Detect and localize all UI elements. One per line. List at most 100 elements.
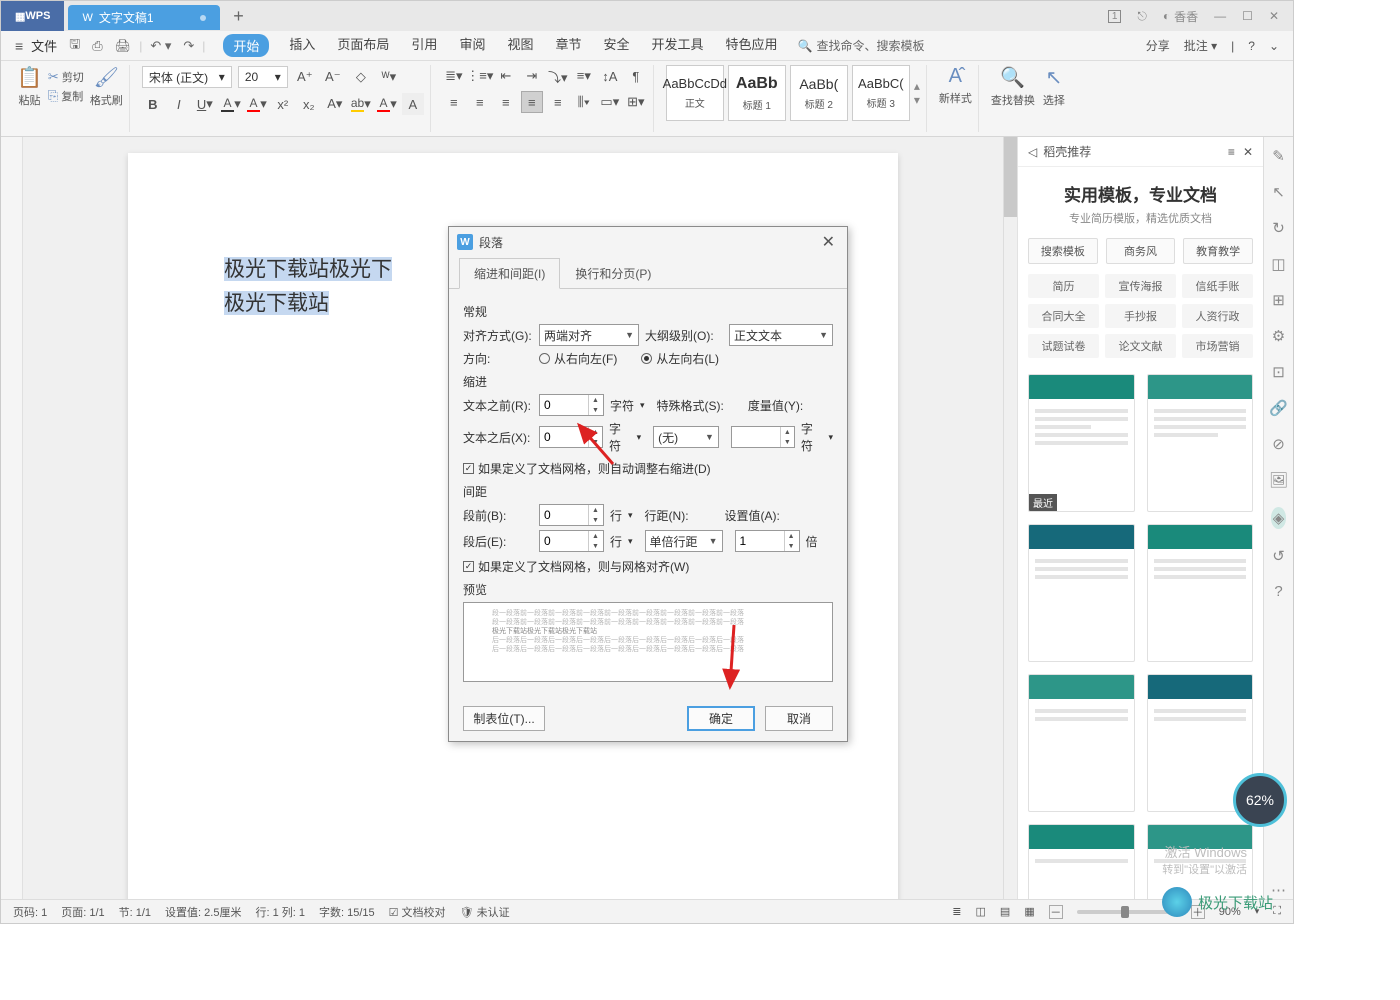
decrease-indent-icon[interactable]: ⇤ <box>495 65 517 87</box>
zoom-out-icon[interactable]: － <box>1049 905 1063 919</box>
tag-item[interactable]: 市场营销 <box>1182 334 1253 358</box>
status-page-num[interactable]: 页码: 1 <box>13 904 47 920</box>
increase-indent-icon[interactable]: ⇥ <box>521 65 543 87</box>
status-words[interactable]: 字数: 15/15 <box>319 904 375 920</box>
format-brush-button[interactable]: 🖌格式刷 <box>90 65 123 108</box>
select-button[interactable]: ↖选择 <box>1043 65 1065 108</box>
tab-section[interactable]: 章节 <box>553 34 583 57</box>
bullets-icon[interactable]: ≣▾ <box>443 65 465 87</box>
tag-item[interactable]: 手抄报 <box>1105 304 1176 328</box>
status-setting[interactable]: 设置值: 2.5厘米 <box>165 904 241 920</box>
paste-button[interactable]: 📋粘贴 <box>17 65 42 108</box>
template-thumb[interactable] <box>1147 524 1254 662</box>
style-gallery[interactable]: AaBbCcDd正文 AaBb标题 1 AaBb(标题 2 AaBbC(标题 3… <box>666 65 920 121</box>
copy-button[interactable]: ⎘复制 <box>48 88 84 104</box>
cut-button[interactable]: ✂剪切 <box>48 69 84 85</box>
pencil-icon[interactable]: ✎ <box>1272 147 1285 165</box>
status-auth[interactable]: 🛡 未认证 <box>460 904 510 920</box>
tab-start[interactable]: 开始 <box>223 34 269 57</box>
minimize-icon[interactable]: — <box>1214 9 1226 23</box>
dialog-tab-page[interactable]: 换行和分页(P) <box>560 258 666 289</box>
text-direction-icon[interactable]: ⤵▾ <box>547 65 569 87</box>
help-icon[interactable]: ? <box>1248 39 1255 53</box>
para-spacing-icon[interactable]: ⫼▾ <box>573 91 595 113</box>
superscript-icon[interactable]: x² <box>272 93 294 115</box>
subscript-icon[interactable]: x₂ <box>298 93 320 115</box>
increase-font-icon[interactable]: A⁺ <box>294 66 316 88</box>
style-normal[interactable]: AaBbCcDd正文 <box>666 65 724 121</box>
phonetic-icon[interactable]: ᵂ▾ <box>378 66 400 88</box>
collapse-ribbon-icon[interactable]: ⌄ <box>1269 39 1279 53</box>
clear-format-icon[interactable]: ◇ <box>350 66 372 88</box>
redo-icon[interactable]: ↷ <box>179 38 198 54</box>
link-icon[interactable]: 🔗 <box>1269 399 1288 417</box>
tabs-button[interactable]: 制表位(T)... <box>463 706 545 731</box>
tag-item[interactable]: 宣传海报 <box>1105 274 1176 298</box>
view-read-icon[interactable]: ▦ <box>1024 905 1034 918</box>
decrease-font-icon[interactable]: A⁻ <box>322 66 344 88</box>
tag-item[interactable]: 信纸手账 <box>1182 274 1253 298</box>
space-before-spin[interactable]: ▲▼ <box>539 504 604 526</box>
align-right-icon[interactable]: ≡ <box>495 91 517 113</box>
app-box-icon[interactable]: 1 <box>1108 10 1122 23</box>
measure-spin[interactable]: ▲▼ <box>731 426 795 448</box>
close-icon[interactable]: ✕ <box>1269 9 1279 23</box>
template-thumb[interactable] <box>1028 824 1135 899</box>
table-icon[interactable]: ⊞ <box>1272 291 1285 309</box>
panel-menu-icon[interactable]: ≡ <box>1228 145 1235 159</box>
pill-business[interactable]: 商务风 <box>1106 238 1176 264</box>
line-combo[interactable]: 单倍行距▼ <box>645 530 723 552</box>
radio-rtl[interactable]: 从右向左(F) <box>539 350 617 367</box>
tab-insert[interactable]: 插入 <box>287 34 317 57</box>
tab-safe[interactable]: 安全 <box>601 34 631 57</box>
comment-button[interactable]: 批注 ▾ <box>1184 37 1217 54</box>
cancel-button[interactable]: 取消 <box>765 706 833 731</box>
font-selector[interactable]: 宋体 (正文)▾ <box>142 66 232 88</box>
align-justify-icon[interactable]: ≡ <box>521 91 543 113</box>
template-thumb[interactable]: 最近 <box>1028 374 1135 512</box>
align-grid-check[interactable]: ✓如果定义了文档网格，则与网格对齐(W) <box>463 558 833 575</box>
align-combo[interactable]: 两端对齐▼ <box>539 324 639 346</box>
new-tab-button[interactable]: + <box>224 4 254 29</box>
style-h3[interactable]: AaBbC(标题 3 <box>852 65 910 121</box>
char-border-icon[interactable]: A▾ <box>376 93 398 115</box>
print-icon[interactable]: 🖨 <box>111 38 136 54</box>
undo-icon[interactable]: ↶ ▾ <box>146 38 175 54</box>
view-web-icon[interactable]: ◫ <box>976 905 986 918</box>
auto-adjust-check[interactable]: ✓如果定义了文档网格，则自动调整右缩进(D) <box>463 460 833 477</box>
pill-edu[interactable]: 教育教学 <box>1183 238 1253 264</box>
template-thumb[interactable] <box>1028 674 1135 812</box>
space-after-spin[interactable]: ▲▼ <box>539 530 604 552</box>
italic-icon[interactable]: I <box>168 93 190 115</box>
shading-icon[interactable]: ▭▾ <box>599 91 621 113</box>
style-h1[interactable]: AaBb标题 1 <box>728 65 786 121</box>
tab-review[interactable]: 审阅 <box>457 34 487 57</box>
fullscreen-icon[interactable]: ⛶ <box>1273 905 1281 918</box>
status-section[interactable]: 节: 1/1 <box>119 904 151 920</box>
command-search[interactable]: 🔍 查找命令、搜索模板 <box>798 37 925 54</box>
panel-close-icon[interactable]: ✕ <box>1243 145 1253 159</box>
show-marks-icon[interactable]: ¶ <box>625 65 647 87</box>
bookmark-icon[interactable]: ◫ <box>1271 255 1285 273</box>
tab-layout[interactable]: 页面布局 <box>335 34 391 57</box>
dialog-close-icon[interactable]: ✕ <box>818 232 839 252</box>
document-tab[interactable]: W 文字文稿1 <box>68 5 219 30</box>
maximize-icon[interactable]: ☐ <box>1242 9 1253 23</box>
history-icon[interactable]: ↺ <box>1272 547 1285 565</box>
view-print-icon[interactable]: ≣ <box>952 905 961 918</box>
special-combo[interactable]: (无)▼ <box>653 426 719 448</box>
align-center-icon[interactable]: ≡ <box>469 91 491 113</box>
image-icon[interactable]: 🖼 <box>1269 471 1288 489</box>
bold-icon[interactable]: B <box>142 93 164 115</box>
dialog-tab-indent[interactable]: 缩进和间距(I) <box>459 258 560 289</box>
new-style-button[interactable]: А̂新样式 <box>939 65 972 106</box>
tag-item[interactable]: 简历 <box>1028 274 1099 298</box>
before-text-spin[interactable]: ▲▼ <box>539 394 604 416</box>
tab-reference[interactable]: 引用 <box>409 34 439 57</box>
file-menu[interactable]: 文件 <box>27 36 61 55</box>
tag-item[interactable]: 试题试卷 <box>1028 334 1099 358</box>
tab-dev[interactable]: 开发工具 <box>650 34 706 57</box>
scrollbar-vertical[interactable] <box>1003 137 1017 899</box>
refresh-icon[interactable]: ↻ <box>1272 219 1285 237</box>
gallery-icon[interactable]: ⊡ <box>1272 363 1285 381</box>
